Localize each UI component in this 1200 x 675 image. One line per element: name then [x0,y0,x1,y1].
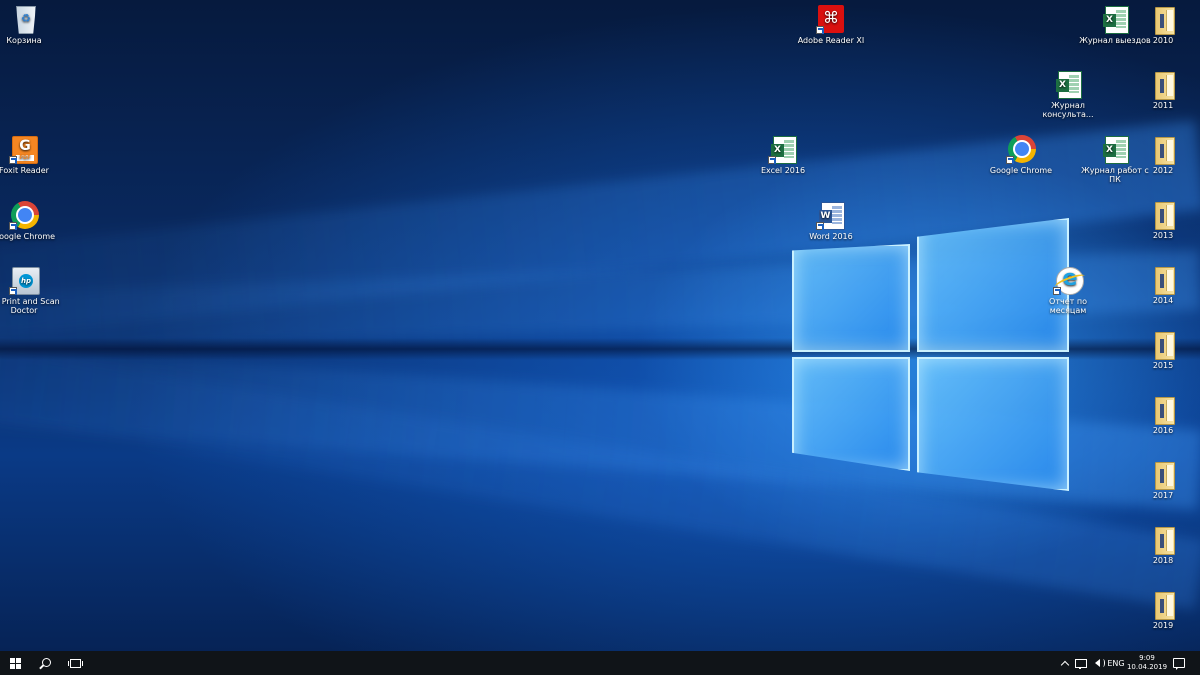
desktop-icon-word-2016[interactable]: W Word 2016 [794,200,868,241]
word-icon: W [816,200,846,230]
search-icon [41,657,51,667]
shortcut-arrow-icon [9,287,17,295]
chrome-icon [1006,134,1036,164]
chrome-icon [9,200,39,230]
windows-logo-pane [792,357,910,471]
input-language-label: ENG [1107,658,1125,668]
task-view-button[interactable] [60,651,90,675]
desktop-icon-label: Word 2016 [809,232,853,241]
excel-file-icon: X [1053,69,1083,99]
desktop-icon-label: Excel 2016 [760,166,806,175]
adobe-reader-icon [816,4,846,34]
desktop-folder-2017[interactable]: 2017 [1126,459,1200,500]
desktop-icon-excel-2016[interactable]: X Excel 2016 [746,134,820,175]
volume-icon [1094,659,1105,667]
folder-icon [1148,459,1178,490]
task-view-icon [67,658,83,668]
shortcut-arrow-icon [768,156,776,164]
desktop-icon-report-by-month[interactable]: Отчет по месяцам [1031,265,1105,315]
show-hidden-icons-button[interactable] [1058,651,1072,675]
folder-icon [1148,329,1178,360]
desktop-icon-label: 2013 [1152,231,1174,240]
desktop-folder-2019[interactable]: 2019 [1126,589,1200,630]
clock-button[interactable]: 9:09 10.04.2019 [1127,651,1167,675]
desktop-icon-label: Google Chrome [989,166,1053,175]
folder-icon [1148,69,1178,100]
shortcut-arrow-icon [816,26,824,34]
desktop-icon-label: Корзина [6,36,42,45]
desktop-icon-label: 2012 [1152,166,1174,175]
desktop-icon-foxit-reader[interactable]: Foxit Reader [0,134,61,175]
folder-icon [1148,264,1178,295]
shortcut-arrow-icon [9,222,17,230]
recycle-bin-icon [9,4,39,34]
shortcut-arrow-icon [1053,287,1061,295]
desktop-icon-journal-consult[interactable]: X Журнал консульта... [1031,69,1105,119]
desktop-icon-label: Adobe Reader XI [797,36,865,45]
desktop-icon-label: HP Print and Scan Doctor [0,297,60,315]
folder-icon [1148,199,1178,230]
search-button[interactable] [30,651,60,675]
desktop-icon-label: 2016 [1152,426,1174,435]
taskbar: ENG 9:09 10.04.2019 [0,651,1200,675]
start-button[interactable] [0,651,30,675]
desktop-icon-label: 2014 [1152,296,1174,305]
input-language-button[interactable]: ENG [1105,651,1127,675]
desktop-folder-2016[interactable]: 2016 [1126,394,1200,435]
desktop-icon-adobe-reader[interactable]: Adobe Reader XI [794,4,868,45]
volume-button[interactable] [1090,651,1105,675]
desktop-folder-2013[interactable]: 2013 [1126,199,1200,240]
desktop-icon-label: 2010 [1152,36,1174,45]
desktop-icon-label: 2019 [1152,621,1174,630]
excel-icon: X [768,134,798,164]
desktop-icon-label: 2015 [1152,361,1174,370]
shortcut-arrow-icon [9,156,17,164]
folder-icon [1148,4,1178,35]
foxit-reader-icon [9,134,39,164]
folder-icon [1148,134,1178,165]
desktop-icon-label: 2018 [1152,556,1174,565]
network-icon [1075,658,1087,669]
windows-logo-icon [9,657,21,669]
folder-icon [1148,589,1178,620]
shortcut-arrow-icon [816,222,824,230]
desktop-folder-2011[interactable]: 2011 [1126,69,1200,110]
desktop-icon-google-chrome[interactable]: Google Chrome [984,134,1058,175]
chevron-up-icon [1060,660,1070,669]
desktop-icon-hp-print-scan-doctor[interactable]: HP Print and Scan Doctor [0,265,61,315]
clock-time: 9:09 [1139,654,1155,662]
desktop-icon-label: Foxit Reader [0,166,49,175]
desktop-icon-label: Отчет по месяцам [1049,297,1087,315]
desktop-icon-recycle-bin[interactable]: Корзина [0,4,61,45]
internet-explorer-icon [1053,265,1084,295]
desktop-folder-2015[interactable]: 2015 [1126,329,1200,370]
shortcut-arrow-icon [1006,156,1014,164]
desktop-icon-google-chrome[interactable]: Google Chrome [0,200,61,241]
clock-date: 10.04.2019 [1126,663,1168,671]
folder-icon [1148,394,1178,425]
windows-logo-pane [792,244,910,352]
desktop-folder-2012[interactable]: 2012 [1126,134,1200,175]
network-button[interactable] [1074,651,1088,675]
desktop-wallpaper: Корзина Foxit Reader Google Chrome HP Pr… [0,0,1200,651]
desktop-icon-label: Google Chrome [0,232,56,241]
hp-printer-icon [9,265,40,295]
windows-logo-pane [917,357,1069,491]
desktop-folder-2018[interactable]: 2018 [1126,524,1200,565]
desktop-folder-2014[interactable]: 2014 [1126,264,1200,305]
notification-center-icon [1173,658,1185,670]
desktop-icon-label: Журнал консульта... [1042,101,1094,119]
desktop-icon-label: 2011 [1152,101,1174,110]
folder-icon [1148,524,1178,555]
action-center-button[interactable] [1170,651,1188,675]
desktop-folder-2010[interactable]: 2010 [1126,4,1200,45]
desktop-icon-label: 2017 [1152,491,1174,500]
